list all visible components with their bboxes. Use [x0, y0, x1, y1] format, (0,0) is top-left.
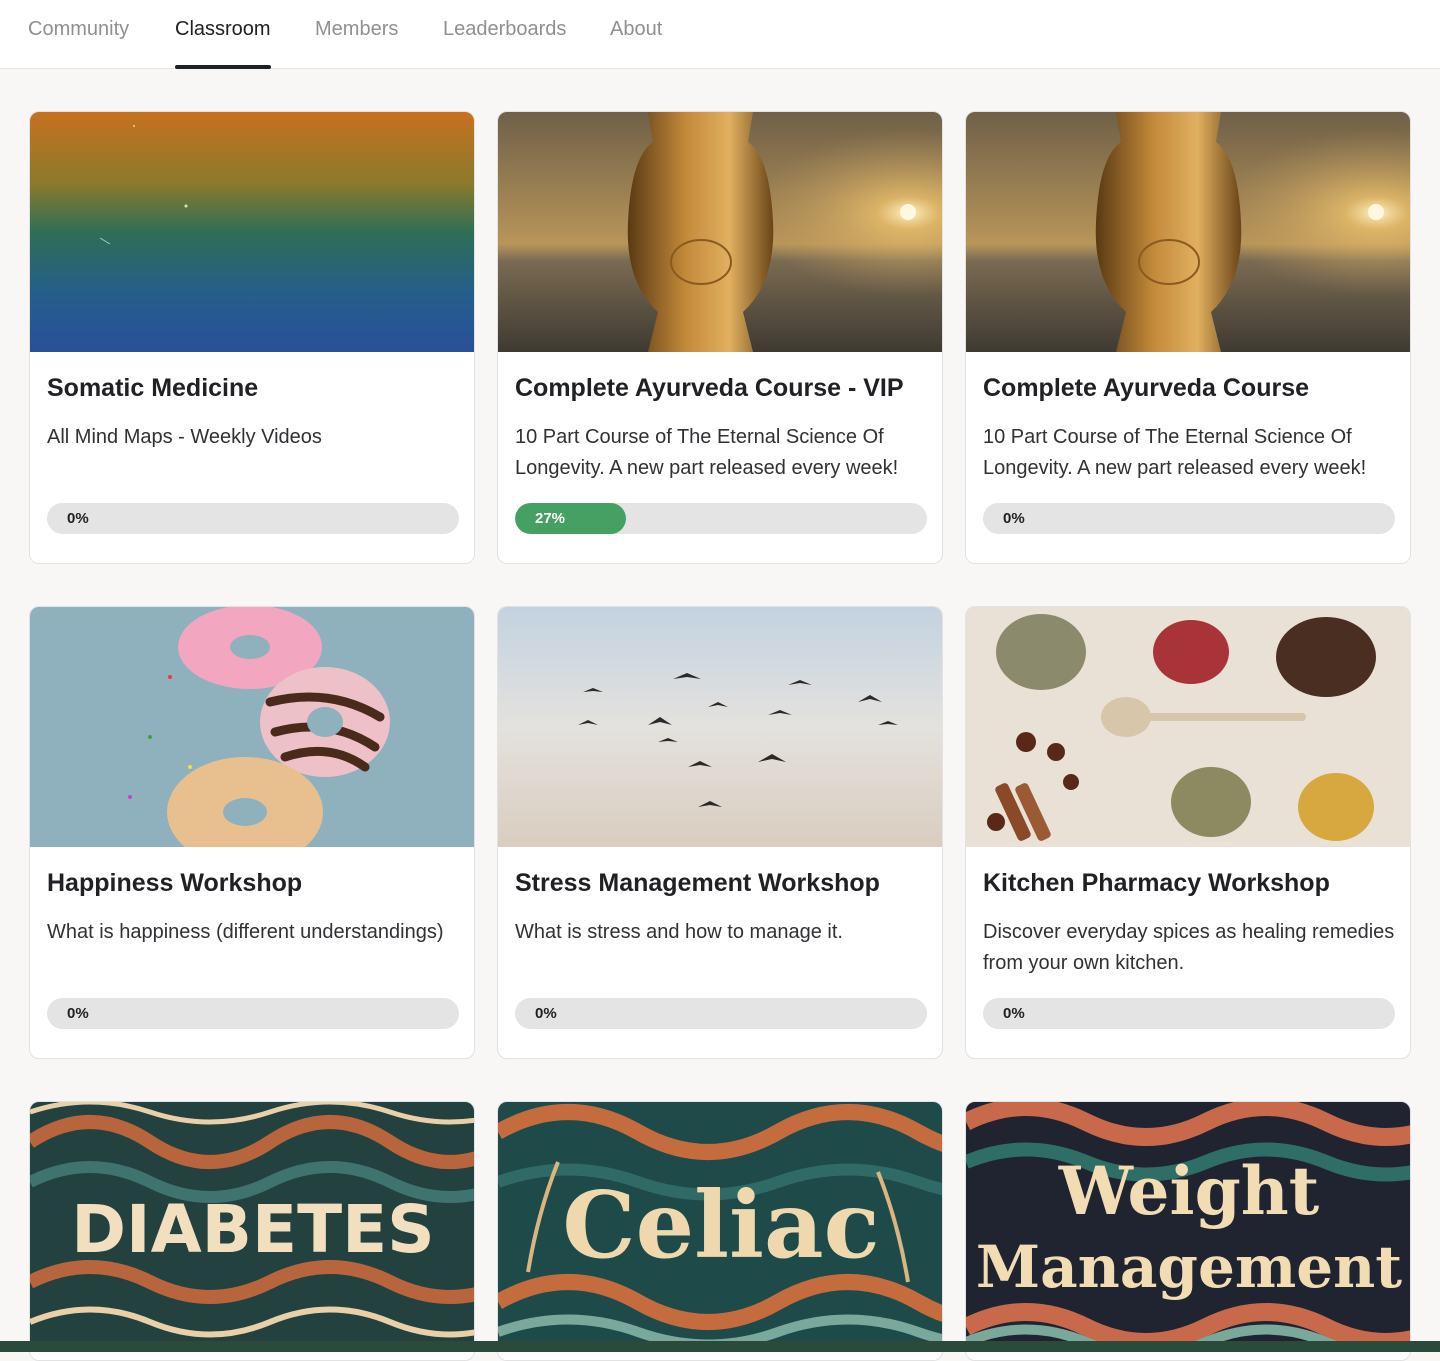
course-title: Kitchen Pharmacy Workshop — [983, 869, 1330, 897]
tab-classroom[interactable]: Classroom — [175, 18, 271, 69]
thumbnail-title: DIABETES — [71, 1191, 434, 1268]
course-title: Complete Ayurveda Course - VIP — [515, 374, 904, 402]
progress-label: 27% — [535, 510, 566, 527]
tab-community[interactable]: Community — [28, 18, 129, 69]
progress-bar: 0% — [983, 998, 1395, 1029]
course-thumbnail: Weight Management — [966, 1102, 1410, 1342]
tab-leaderboards[interactable]: Leaderboards — [443, 18, 566, 69]
course-thumbnail — [966, 607, 1410, 847]
course-thumbnail — [30, 607, 474, 847]
thumbnail-title: Celiac — [562, 1171, 879, 1279]
course-card-ayurveda-vip[interactable]: Complete Ayurveda Course - VIP 10 Part C… — [497, 111, 943, 564]
top-nav: Community Classroom Members Leaderboards… — [0, 0, 1440, 69]
course-description: All Mind Maps - Weekly Videos — [47, 426, 322, 448]
thumbnail-title-line-1: Weight — [1058, 1152, 1320, 1230]
course-card-somatic-medicine[interactable]: Somatic Medicine All Mind Maps - Weekly … — [29, 111, 475, 564]
course-title: Stress Management Workshop — [515, 869, 880, 897]
course-card-ayurveda[interactable]: Complete Ayurveda Course 10 Part Course … — [965, 111, 1411, 564]
course-description: What is happiness (different understandi… — [47, 921, 444, 943]
progress-bar: 27% — [515, 503, 927, 534]
course-thumbnail: Celiac — [498, 1102, 942, 1342]
course-description: Discover everyday spices as healing reme… — [983, 921, 1395, 974]
course-card-celiac[interactable]: Celiac — [497, 1101, 943, 1361]
progress-bar: 0% — [47, 998, 459, 1029]
course-title: Happiness Workshop — [47, 869, 303, 897]
course-card-diabetes[interactable]: DIABETES — [29, 1101, 475, 1361]
progress-label: 0% — [1003, 1005, 1025, 1022]
tab-about[interactable]: About — [610, 18, 662, 69]
course-thumbnail — [30, 112, 474, 352]
course-thumbnail — [498, 112, 942, 352]
course-thumbnail: DIABETES — [30, 1102, 474, 1342]
progress-label: 0% — [67, 1005, 89, 1022]
progress-label: 0% — [535, 1005, 557, 1022]
progress-fill — [515, 503, 627, 534]
course-description: What is stress and how to manage it. — [515, 921, 843, 943]
progress-label: 0% — [1003, 510, 1025, 527]
progress-bar: 0% — [515, 998, 927, 1029]
progress-bar: 0% — [983, 503, 1395, 534]
progress-label: 0% — [67, 510, 89, 527]
course-card-weight-management[interactable]: Weight Management — [965, 1101, 1411, 1361]
course-thumbnail — [498, 607, 942, 847]
course-thumbnail — [966, 112, 1410, 352]
bottom-bar — [0, 1341, 1440, 1352]
course-description: 10 Part Course of The Eternal Science Of… — [515, 426, 899, 479]
course-description: 10 Part Course of The Eternal Science Of… — [983, 426, 1367, 479]
course-title: Somatic Medicine — [47, 374, 259, 402]
thumbnail-title-line-2: Management — [976, 1233, 1402, 1301]
course-title: Complete Ayurveda Course — [983, 374, 1310, 402]
course-card-stress-management[interactable]: Stress Management Workshop What is stres… — [497, 606, 943, 1059]
course-card-kitchen-pharmacy[interactable]: Kitchen Pharmacy Workshop Discover every… — [965, 606, 1411, 1059]
course-card-happiness-workshop[interactable]: Happiness Workshop What is happiness (di… — [29, 606, 475, 1059]
progress-bar: 0% — [47, 503, 459, 534]
tab-members[interactable]: Members — [315, 18, 398, 69]
